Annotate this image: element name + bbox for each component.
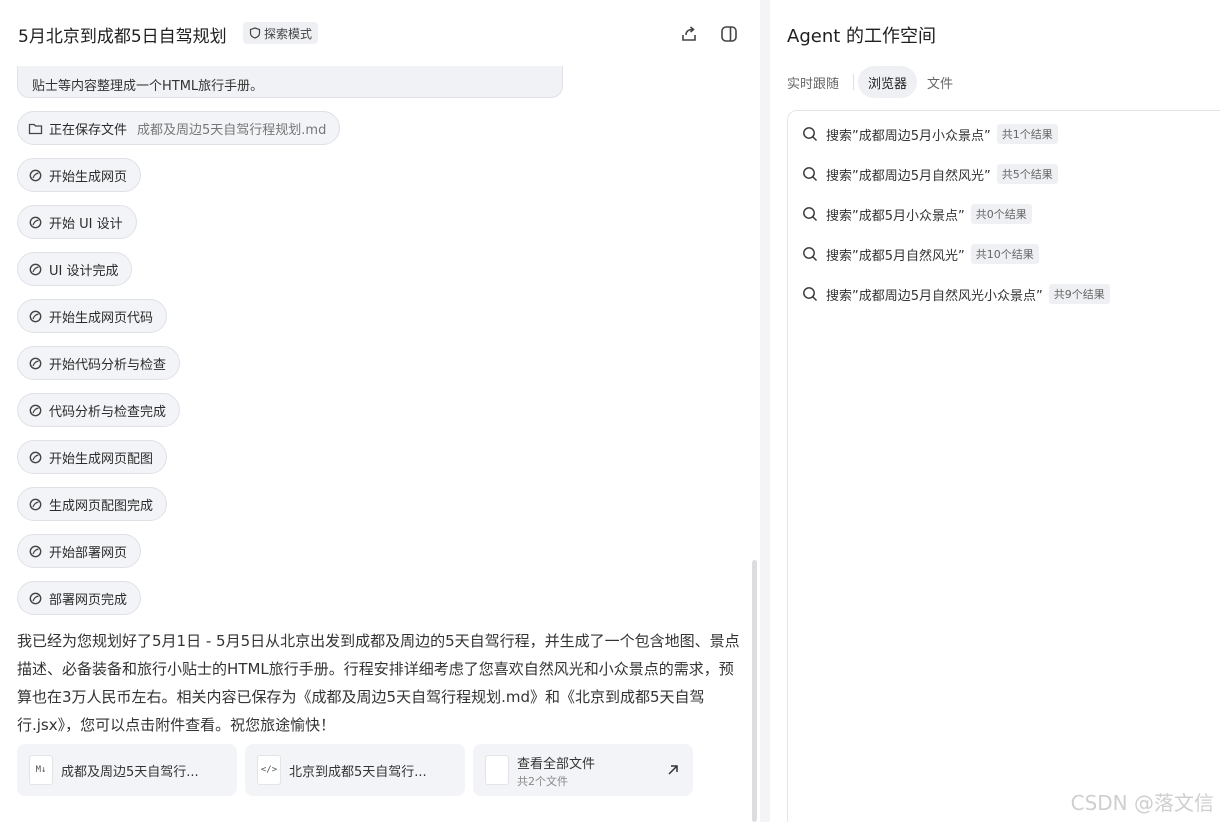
spinner-icon <box>29 357 42 369</box>
tab-files[interactable]: 文件 <box>917 66 963 98</box>
search-result-count: 共5个结果 <box>996 164 1058 184</box>
step-start-ui-design[interactable]: 开始 UI 设计 <box>17 205 137 239</box>
step-start-deploy[interactable]: 开始部署网页 <box>17 534 142 568</box>
step-start-generate-images[interactable]: 开始生成网页配图 <box>17 440 168 474</box>
search-item[interactable]: 搜索”成都周边5月小众景点” 共1个结果 <box>802 123 1058 145</box>
search-item[interactable]: 搜索”成都周边5月自然风光小众景点” 共9个结果 <box>802 283 1110 305</box>
step-start-generate-page[interactable]: 开始生成网页 <box>17 158 142 192</box>
step-filename: 成都及周边5天自驾行程规划.md <box>137 122 327 138</box>
search-icon <box>803 247 817 261</box>
step-label: 开始代码分析与检查 <box>49 357 167 373</box>
bubble-text: 贴士等内容整理成一个HTML旅行手册。 <box>32 79 264 94</box>
attachment-name: 北京到成都5天自驾行... <box>289 764 427 780</box>
toggle-panel-icon[interactable] <box>719 24 739 44</box>
step-label: 开始 UI 设计 <box>49 216 123 232</box>
step-label: 生成网页配图完成 <box>49 498 154 514</box>
workspace-panel: Agent 的工作空间 实时跟随 浏览器 文件 搜索”成都周边5月小众景点” 共… <box>770 0 1220 822</box>
markdown-file-icon: M↓ <box>29 755 53 785</box>
step-saving-file[interactable]: 正在保存文件 成都及周边5天自驾行程规划.md <box>17 111 341 145</box>
step-start-generate-code[interactable]: 开始生成网页代码 <box>17 299 168 333</box>
step-deploy-done[interactable]: 部署网页完成 <box>17 581 142 615</box>
step-label: 代码分析与检查完成 <box>49 404 167 420</box>
view-all-files-button[interactable]: 查看全部文件 共2个文件 <box>473 744 693 796</box>
search-result-count: 共10个结果 <box>970 244 1039 264</box>
search-result-count: 共1个结果 <box>996 124 1058 144</box>
assistant-summary: 我已经为您规划好了5月1日 - 5月5日从北京出发到成都及周边的5天自驾行程，并… <box>17 632 740 734</box>
share-icon[interactable] <box>679 24 699 44</box>
step-label: 开始部署网页 <box>49 545 128 561</box>
spinner-icon <box>29 216 42 228</box>
watermark: CSDN @落文信 <box>1070 791 1214 815</box>
search-result-count: 共0个结果 <box>970 204 1032 224</box>
attachment-markdown[interactable]: M↓ 成都及周边5天自驾行... <box>17 744 237 796</box>
attachment-code[interactable]: </> 北京到成都5天自驾行... <box>245 744 465 796</box>
search-icon <box>803 167 817 181</box>
step-label: 正在保存文件 <box>49 122 128 138</box>
search-query: 搜索”成都周边5月小众景点” <box>826 128 991 144</box>
browser-panel: 搜索”成都周边5月小众景点” 共1个结果 搜索”成都周边5月自然风光” 共5个结… <box>787 110 1220 822</box>
step-ui-design-done[interactable]: UI 设计完成 <box>17 252 133 286</box>
chat-scrollbar[interactable] <box>752 560 757 822</box>
spinner-icon <box>29 451 42 463</box>
tab-browser[interactable]: 浏览器 <box>858 66 918 98</box>
search-icon <box>803 207 817 221</box>
search-item[interactable]: 搜索”成都5月自然风光” 共10个结果 <box>802 243 1039 265</box>
tab-divider <box>853 74 855 90</box>
spinner-icon <box>29 498 42 510</box>
search-result-count: 共9个结果 <box>1048 284 1110 304</box>
search-query: 搜索”成都周边5月自然风光” <box>826 168 991 184</box>
step-code-analysis-done[interactable]: 代码分析与检查完成 <box>17 393 181 427</box>
workspace-tabs: 实时跟随 浏览器 文件 <box>787 66 963 98</box>
search-icon <box>803 287 817 301</box>
arrow-up-right-icon <box>668 765 678 775</box>
blank-file-icon <box>485 755 509 785</box>
search-icon <box>803 127 817 141</box>
search-query: 搜索”成都周边5月自然风光小众景点” <box>826 288 1043 304</box>
view-all-count: 共2个文件 <box>517 775 568 788</box>
workspace-title: Agent 的工作空间 <box>787 26 937 47</box>
spinner-icon <box>29 592 42 604</box>
spinner-icon <box>29 545 42 557</box>
spinner-icon <box>29 404 42 416</box>
spinner-icon <box>29 169 42 181</box>
step-label: UI 设计完成 <box>49 263 119 279</box>
spinner-icon <box>29 263 42 275</box>
search-item[interactable]: 搜索”成都5月小众景点” 共0个结果 <box>802 203 1032 225</box>
spinner-icon <box>29 310 42 322</box>
search-query: 搜索”成都5月小众景点” <box>826 208 965 224</box>
step-start-code-analysis[interactable]: 开始代码分析与检查 <box>17 346 181 380</box>
view-all-title: 查看全部文件 <box>517 757 596 772</box>
shield-icon <box>249 27 261 39</box>
explore-mode-badge[interactable]: 探索模式 <box>243 22 319 44</box>
chat-title: 5月北京到成都5日自驾规划 <box>18 27 227 47</box>
step-label: 开始生成网页 <box>49 169 128 185</box>
step-label: 开始生成网页代码 <box>49 310 154 326</box>
mode-badge-label: 探索模式 <box>264 26 313 41</box>
step-label: 开始生成网页配图 <box>49 451 154 467</box>
step-label: 部署网页完成 <box>49 592 128 608</box>
search-query: 搜索”成都5月自然风光” <box>826 248 965 264</box>
step-images-done[interactable]: 生成网页配图完成 <box>17 487 168 521</box>
attachment-name: 成都及周边5天自驾行... <box>61 764 199 780</box>
folder-icon <box>28 123 43 134</box>
code-file-icon: </> <box>257 755 281 785</box>
tab-live-follow[interactable]: 实时跟随 <box>787 66 849 98</box>
chat-header: 5月北京到成都5日自驾规划 探索模式 <box>0 0 760 66</box>
chat-panel: 5月北京到成都5日自驾规划 探索模式 ………… 贴士等内容整理成一个HTML旅行… <box>0 0 760 822</box>
search-item[interactable]: 搜索”成都周边5月自然风光” 共5个结果 <box>802 163 1058 185</box>
